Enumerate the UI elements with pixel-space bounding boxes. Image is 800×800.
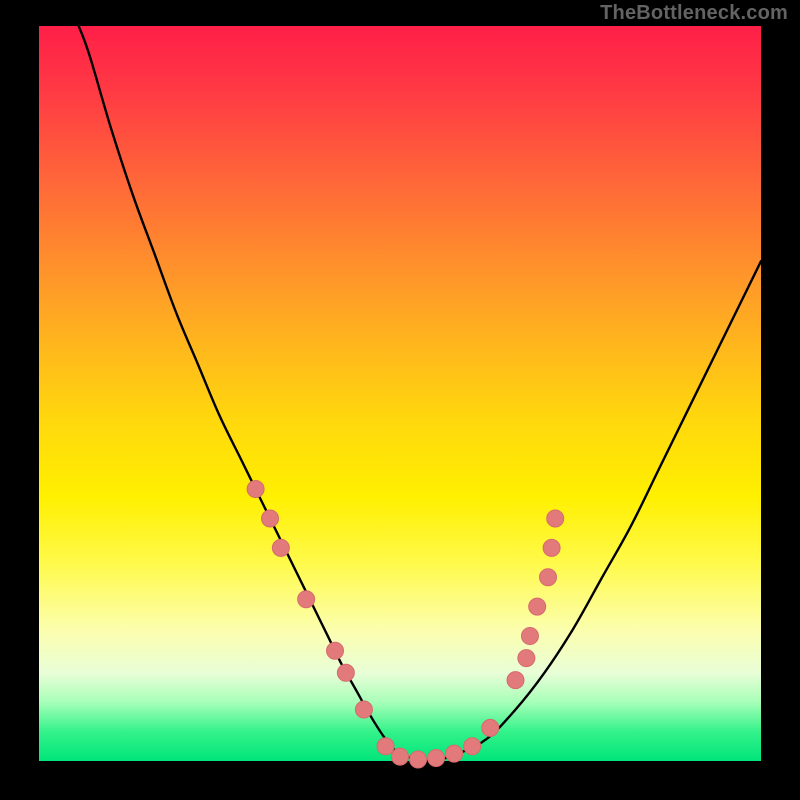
data-marker — [507, 672, 524, 689]
watermark-text: TheBottleneck.com — [600, 2, 788, 25]
data-marker — [337, 664, 354, 681]
data-marker — [377, 738, 394, 755]
data-marker — [482, 719, 499, 736]
chart-stage: TheBottleneck.com — [0, 0, 800, 800]
data-marker — [410, 751, 427, 768]
data-marker — [262, 510, 279, 527]
data-marker — [428, 750, 445, 767]
data-marker — [298, 591, 315, 608]
data-marker — [392, 748, 409, 765]
data-marker — [355, 701, 372, 718]
data-marker — [464, 738, 481, 755]
data-marker — [518, 650, 535, 667]
data-marker — [272, 539, 289, 556]
data-markers — [247, 481, 564, 768]
data-marker — [529, 598, 546, 615]
data-marker — [446, 745, 463, 762]
data-marker — [540, 569, 557, 586]
curve-path — [79, 26, 761, 761]
chart-svg-layer — [0, 0, 800, 800]
data-marker — [547, 510, 564, 527]
bottleneck-curve — [79, 26, 761, 761]
data-marker — [327, 642, 344, 659]
data-marker — [521, 628, 538, 645]
data-marker — [247, 481, 264, 498]
data-marker — [543, 539, 560, 556]
